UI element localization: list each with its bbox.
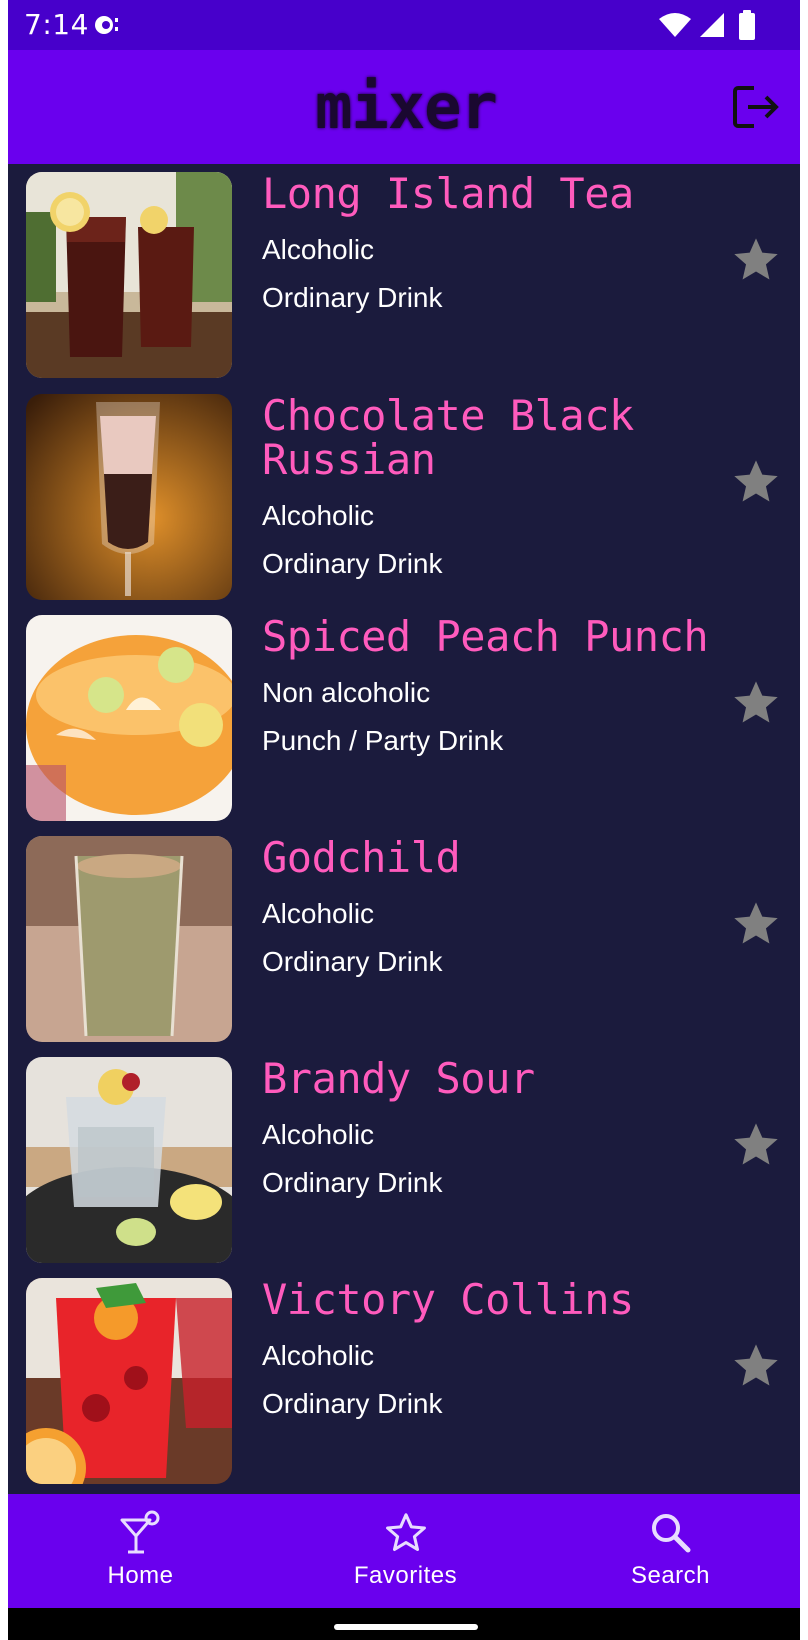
drink-category: Ordinary Drink xyxy=(262,1388,443,1419)
drink-list-item[interactable]: Godchild Alcoholic Ordinary Drink xyxy=(8,828,804,1048)
cocktail-icon xyxy=(120,1510,160,1554)
drink-category: Ordinary Drink xyxy=(262,282,443,313)
drink-image-long-island-tea xyxy=(26,172,232,378)
screen-edge-right xyxy=(800,0,808,1640)
battery-icon xyxy=(739,10,755,40)
favorite-star-icon[interactable] xyxy=(730,898,782,950)
drink-list-item[interactable]: Chocolate Black Russian Alcoholic Ordina… xyxy=(8,386,804,606)
drink-category: Punch / Party Drink xyxy=(262,725,504,756)
drink-alcoholic: Alcoholic xyxy=(262,234,375,265)
drink-category: Ordinary Drink xyxy=(262,946,443,977)
favorite-star-icon[interactable] xyxy=(730,456,782,508)
star-outline-icon xyxy=(386,1513,426,1552)
drink-alcoholic: Alcoholic xyxy=(262,500,375,531)
wifi-icon xyxy=(659,13,691,37)
status-time: 7:14 xyxy=(24,8,89,41)
drink-list-item[interactable]: Spiced Peach Punch Non alcoholic Punch /… xyxy=(8,607,804,827)
logout-icon[interactable] xyxy=(732,84,780,130)
favorite-star-icon[interactable] xyxy=(730,677,782,729)
nav-item-home[interactable]: Home xyxy=(8,1494,273,1608)
drink-image-godchild xyxy=(26,836,232,1042)
notification-dot-icon xyxy=(95,16,118,34)
signal-icon xyxy=(700,13,724,37)
drink-alcoholic: Alcoholic xyxy=(262,1119,375,1150)
nav-label-home: Home xyxy=(107,1562,174,1589)
status-bar: 7:14 xyxy=(8,0,804,50)
drink-category: Ordinary Drink xyxy=(262,1167,443,1198)
drink-image-spiced-peach-punch xyxy=(26,615,232,821)
favorite-star-icon[interactable] xyxy=(730,1119,782,1171)
screen-edge-left xyxy=(0,0,8,1640)
drink-list-item[interactable]: Long Island Tea Alcoholic Ordinary Drink xyxy=(8,164,804,384)
drink-name: Victory Collins xyxy=(262,1275,634,1324)
drink-name: Chocolate Black Russian xyxy=(262,391,634,484)
drink-name: Spiced Peach Punch xyxy=(262,612,709,661)
drink-alcoholic: Non alcoholic xyxy=(262,677,431,708)
drink-category: Ordinary Drink xyxy=(262,548,443,579)
favorite-star-icon[interactable] xyxy=(730,234,782,286)
nav-label-search: Search xyxy=(630,1562,711,1589)
drink-image-chocolate-black-russian xyxy=(26,394,232,600)
drink-image-brandy-sour xyxy=(26,1057,232,1263)
app-title: mixer xyxy=(315,70,498,143)
device-screen: 7:14 mixer Long Island Tea Alcoholic Ord… xyxy=(0,0,808,1640)
gesture-handle[interactable] xyxy=(334,1624,478,1630)
nav-label-favorites: Favorites xyxy=(353,1562,458,1589)
drink-list-item[interactable]: Brandy Sour Alcoholic Ordinary Drink xyxy=(8,1049,804,1269)
drink-alcoholic: Alcoholic xyxy=(262,898,375,929)
favorite-star-icon[interactable] xyxy=(730,1340,782,1392)
drink-name: Brandy Sour xyxy=(262,1054,535,1103)
drink-list-item[interactable]: Victory Collins Alcoholic Ordinary Drink xyxy=(8,1270,804,1490)
search-icon xyxy=(652,1514,691,1553)
bottom-navigation: Home Favorites Search xyxy=(8,1494,804,1608)
drink-list[interactable]: Long Island Tea Alcoholic Ordinary Drink xyxy=(8,164,804,1494)
nav-item-search[interactable]: Search xyxy=(538,1494,803,1608)
app-bar: mixer xyxy=(8,50,804,164)
nav-item-favorites[interactable]: Favorites xyxy=(273,1494,538,1608)
drink-image-victory-collins xyxy=(26,1278,232,1484)
drink-alcoholic: Alcoholic xyxy=(262,1340,375,1371)
drink-name: Long Island Tea xyxy=(262,169,634,218)
drink-name: Godchild xyxy=(262,833,461,882)
